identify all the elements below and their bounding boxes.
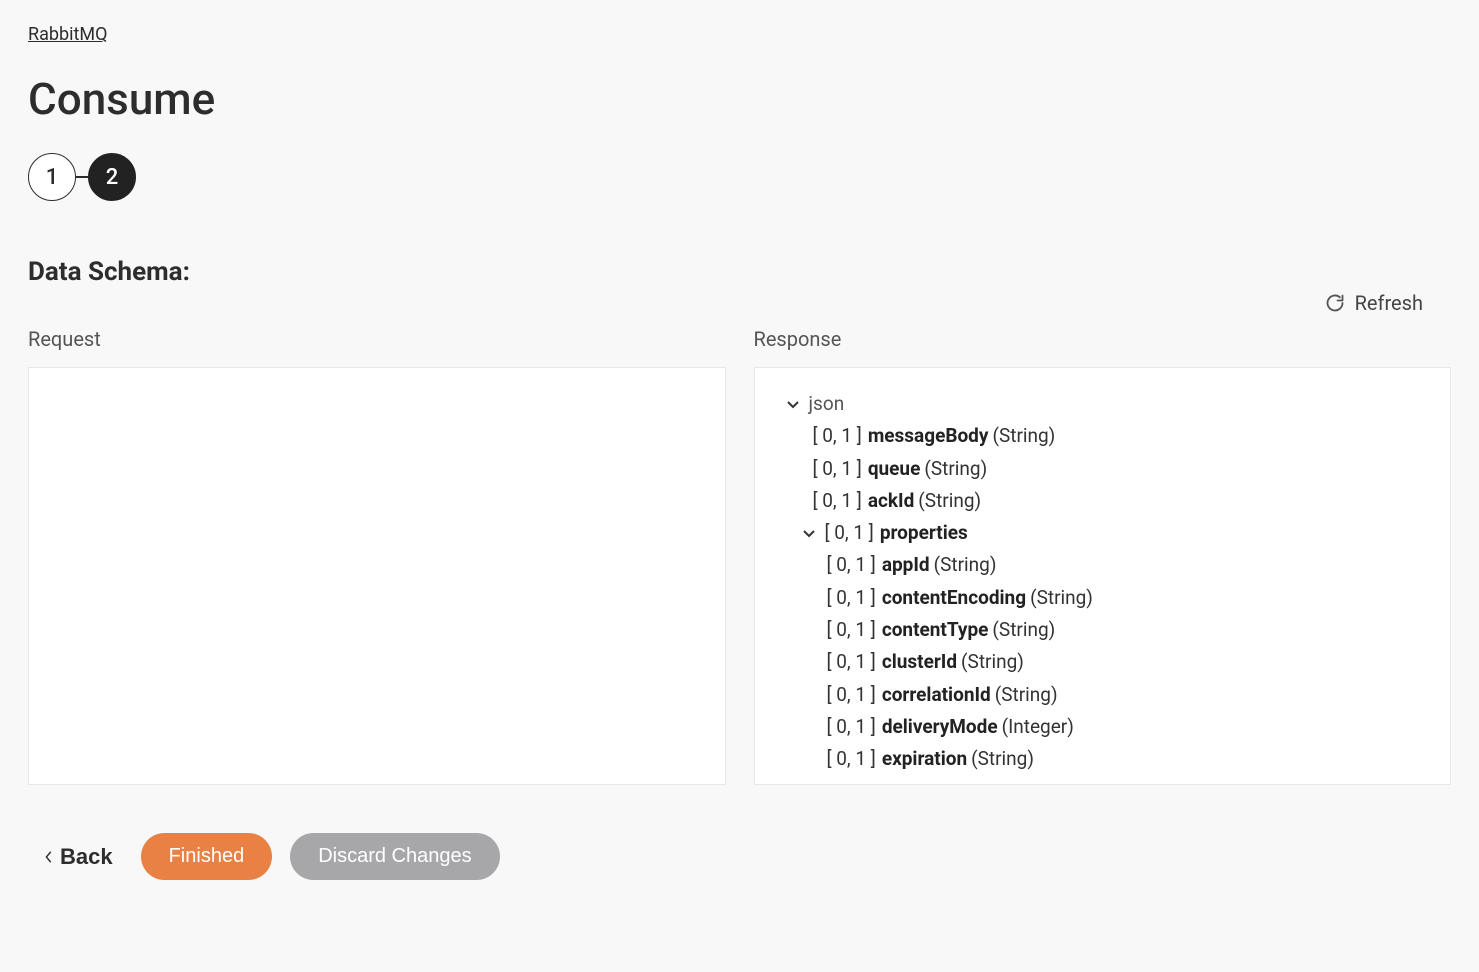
chevron-left-icon [44, 850, 54, 864]
tree-node-properties[interactable]: [ 0, 1 ] properties [771, 517, 1435, 549]
page-title: Consume [28, 73, 1451, 125]
refresh-label: Refresh [1355, 291, 1423, 315]
step-connector [76, 176, 88, 178]
discard-changes-button[interactable]: Discard Changes [290, 833, 499, 880]
response-panel: json [ 0, 1 ] messageBody (String) [ 0, … [754, 367, 1452, 785]
tree-field[interactable]: [ 0, 1 ] correlationId (String) [771, 679, 1435, 711]
tree-field[interactable]: [ 0, 1 ] contentType (String) [771, 614, 1435, 646]
tree-field[interactable]: [ 0, 1 ] ackId (String) [771, 485, 1435, 517]
finished-button[interactable]: Finished [141, 833, 273, 880]
tree-field[interactable]: [ 0, 1 ] expiration (String) [771, 743, 1435, 775]
request-label: Request [28, 327, 726, 351]
request-panel [28, 367, 726, 785]
refresh-button[interactable]: Refresh [1325, 291, 1423, 315]
refresh-icon [1325, 293, 1345, 313]
tree-field[interactable]: [ 0, 1 ] contentEncoding (String) [771, 582, 1435, 614]
tree-field[interactable]: [ 0, 1 ] messageBody (String) [771, 420, 1435, 452]
step-indicator: 1 2 [28, 153, 1451, 201]
tree-field[interactable]: [ 0, 1 ] appId (String) [771, 549, 1435, 581]
step-2[interactable]: 2 [88, 153, 136, 201]
tree-field[interactable]: [ 0, 1 ] deliveryMode (Integer) [771, 711, 1435, 743]
tree-field[interactable]: [ 0, 1 ] queue (String) [771, 453, 1435, 485]
back-label: Back [60, 844, 113, 870]
response-label: Response [754, 327, 1452, 351]
chevron-down-icon [785, 396, 801, 412]
step-1[interactable]: 1 [28, 153, 76, 201]
tree-root-json[interactable]: json [771, 388, 1435, 420]
section-title: Data Schema: [28, 257, 1451, 287]
tree-root-label: json [809, 388, 845, 420]
chevron-down-icon [801, 525, 817, 541]
back-button[interactable]: Back [34, 836, 123, 878]
tree-field[interactable]: [ 0, 1 ] clusterId (String) [771, 646, 1435, 678]
breadcrumb-link[interactable]: RabbitMQ [28, 24, 107, 45]
